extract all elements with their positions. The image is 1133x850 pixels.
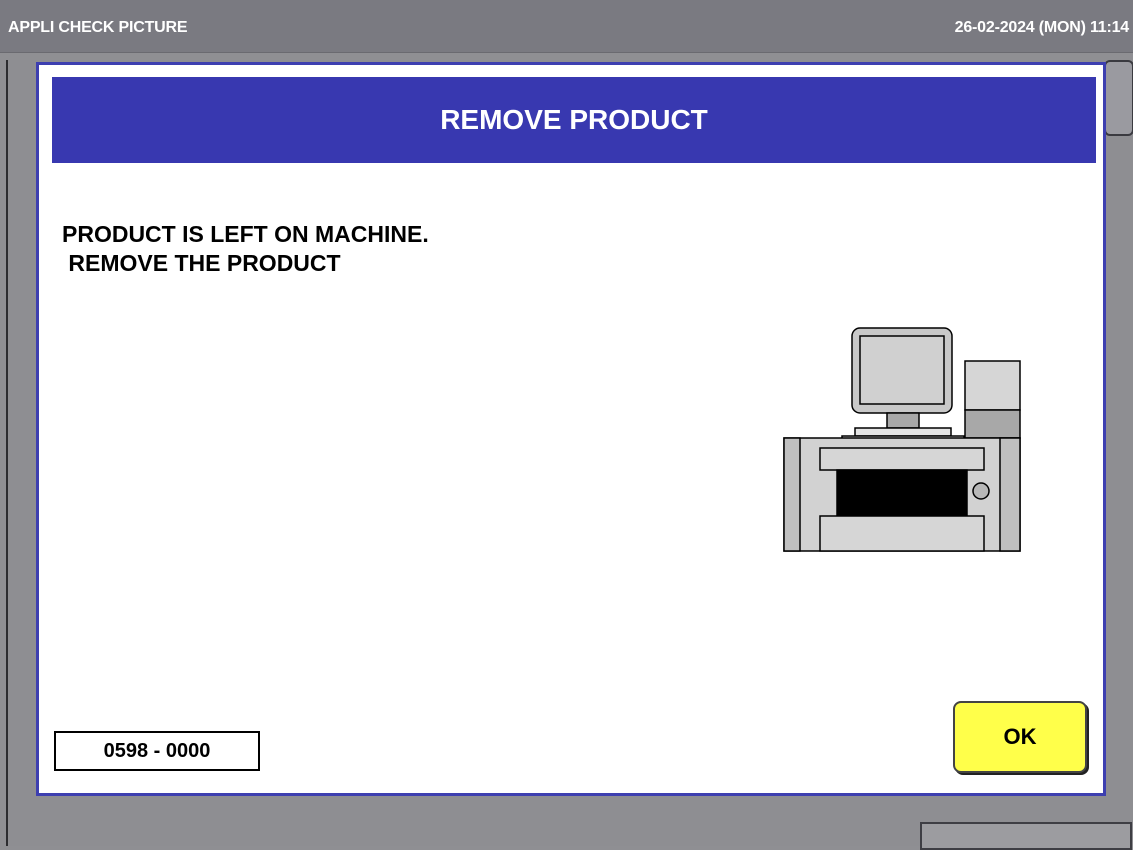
ok-button[interactable]: OK (953, 701, 1087, 773)
remove-product-dialog: REMOVE PRODUCT PRODUCT IS LEFT ON MACHIN… (36, 62, 1106, 796)
dialog-title: REMOVE PRODUCT (52, 77, 1096, 163)
screen: APPLI CHECK PICTURE 26-02-2024 (MON) 11:… (0, 0, 1133, 850)
dialog-message: PRODUCT IS LEFT ON MACHINE. REMOVE THE P… (62, 221, 429, 276)
error-code-field: 0598 - 0000 (54, 731, 260, 771)
top-bar: APPLI CHECK PICTURE 26-02-2024 (MON) 11:… (0, 0, 1133, 53)
weighing-wrapping-machine-icon (783, 327, 1021, 552)
background-scroll-tab (1104, 60, 1133, 136)
date-time: 26-02-2024 (MON) 11:14 (954, 19, 1130, 36)
app-title: APPLI CHECK PICTURE (8, 19, 188, 36)
background-status-field (920, 822, 1132, 850)
